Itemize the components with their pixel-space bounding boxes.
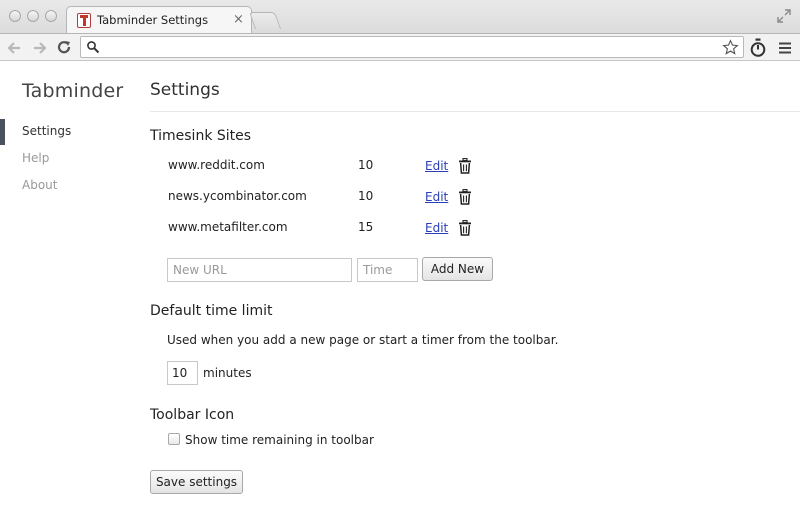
tab-title: Tabminder Settings [97, 13, 209, 27]
hamburger-icon[interactable] [778, 41, 792, 55]
arrow-left-icon[interactable] [6, 39, 24, 57]
star-icon[interactable] [722, 39, 739, 56]
zoom-window-button[interactable] [45, 10, 57, 22]
new-tab-button[interactable] [248, 12, 282, 29]
timesink-row: www.metafilter.com 15 Edit [150, 220, 750, 240]
new-url-input[interactable] [167, 258, 352, 282]
minutes-label: minutes [203, 366, 252, 380]
trash-icon[interactable] [458, 220, 472, 236]
app-brand: Tabminder [22, 80, 124, 102]
show-time-label[interactable]: Show time remaining in toolbar [185, 433, 374, 447]
default-limit-description: Used when you add a new page or start a … [167, 333, 559, 347]
site-url: news.ycombinator.com [168, 189, 307, 203]
toolbar-icon-heading: Toolbar Icon [150, 407, 235, 423]
save-settings-button[interactable]: Save settings [150, 470, 243, 494]
default-limit-heading: Default time limit [150, 303, 273, 319]
site-time: 10 [358, 158, 374, 172]
reload-icon[interactable] [55, 39, 73, 57]
address-input[interactable] [103, 37, 713, 57]
arrow-right-icon[interactable] [30, 39, 48, 57]
sidebar: Tabminder Settings Help About [0, 61, 140, 508]
title-divider [150, 111, 800, 112]
close-window-button[interactable] [9, 10, 21, 22]
trash-icon[interactable] [458, 158, 472, 174]
tab-close-icon[interactable]: × [233, 12, 244, 28]
settings-content: Settings Timesink Sites www.reddit.com 1… [150, 61, 800, 508]
timesink-heading: Timesink Sites [150, 128, 252, 144]
default-minutes-input[interactable] [167, 361, 198, 385]
edit-site-link[interactable]: Edit [425, 221, 448, 235]
tabminder-favicon-icon [77, 13, 91, 28]
edit-site-link[interactable]: Edit [425, 159, 448, 173]
sidebar-item-about[interactable]: About [22, 178, 57, 192]
search-icon [87, 41, 100, 54]
fullscreen-icon[interactable] [776, 8, 792, 24]
address-bar[interactable] [80, 36, 744, 58]
stopwatch-icon[interactable] [749, 38, 767, 58]
window-titlebar: Tabminder Settings × [0, 0, 800, 34]
add-new-button[interactable]: Add New [422, 257, 493, 281]
page-title: Settings [150, 80, 220, 100]
show-time-checkbox[interactable] [168, 433, 180, 445]
site-time: 15 [358, 220, 374, 234]
browser-tab[interactable]: Tabminder Settings × [66, 6, 252, 34]
minimize-window-button[interactable] [27, 10, 39, 22]
site-url: www.reddit.com [168, 158, 265, 172]
active-nav-marker [0, 119, 5, 145]
sidebar-item-settings[interactable]: Settings [22, 124, 71, 138]
site-url: www.metafilter.com [168, 220, 288, 234]
sidebar-item-help[interactable]: Help [22, 151, 49, 165]
site-time: 10 [358, 189, 374, 203]
edit-site-link[interactable]: Edit [425, 190, 448, 204]
trash-icon[interactable] [458, 189, 472, 205]
timesink-row: news.ycombinator.com 10 Edit [150, 189, 750, 209]
timesink-row: www.reddit.com 10 Edit [150, 158, 750, 178]
browser-toolbar [0, 33, 800, 61]
new-time-input[interactable] [357, 258, 418, 282]
